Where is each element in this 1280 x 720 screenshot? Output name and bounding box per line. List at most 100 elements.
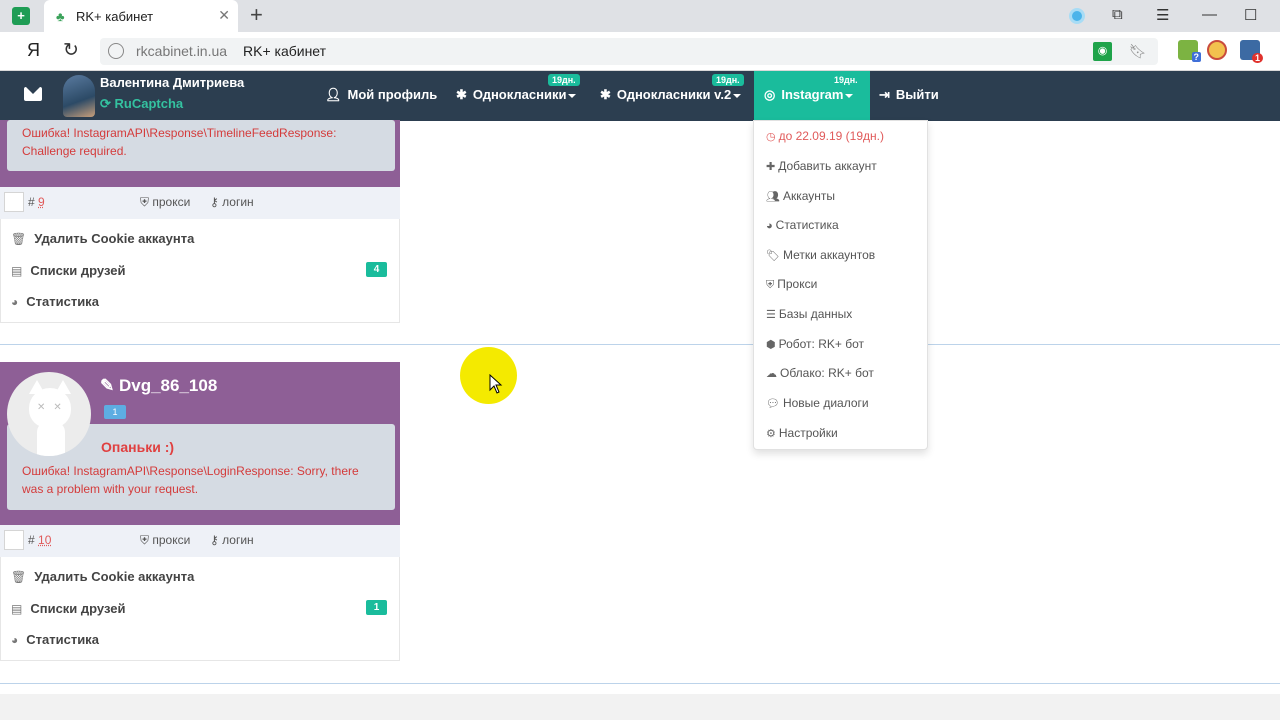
tab-favicon-icon: ♣ xyxy=(56,9,65,24)
odnoklassniki-icon: ✱ xyxy=(456,87,467,102)
statistics-link[interactable]: ◕ Статистика xyxy=(11,294,99,309)
account-number: # 9 xyxy=(28,195,45,209)
clock-icon: ◷ xyxy=(766,131,776,143)
account-checkbox[interactable] xyxy=(4,192,24,212)
address-host: rkcabinet.in.ua xyxy=(136,43,228,59)
sheets-app-icon[interactable]: + xyxy=(12,7,30,25)
chevron-down-icon xyxy=(733,93,742,98)
plus-icon: ✚ xyxy=(766,161,776,173)
proxy-link[interactable]: ⛨ прокси xyxy=(140,195,190,210)
alice-assistant-icon[interactable] xyxy=(1069,8,1085,24)
address-input[interactable]: rkcabinet.in.ua RK+ кабинет ◉ 🔖︎ xyxy=(100,38,1158,65)
tags-icon: 🏷︎ xyxy=(766,250,780,262)
nav-odnoklassniki[interactable]: ✱ Однокласники xyxy=(456,87,577,103)
account-tag-badge: 1 xyxy=(104,405,126,419)
login-link[interactable]: ⚷ логин xyxy=(210,195,254,209)
collections-icon[interactable]: ⧉ xyxy=(1112,6,1123,23)
account-meta-row: # 10 ⛨ прокси ⚷ логин xyxy=(0,525,400,557)
subscription-expiry: ◷ до 22.09.19 (19дн.) xyxy=(766,129,884,143)
menu-item-databases[interactable]: ☰ Базы данных xyxy=(766,307,852,321)
menu-item-statistics[interactable]: ◕ Статистика xyxy=(766,218,839,232)
nav-instagram[interactable]: 19дн. ◎ Instagram xyxy=(754,71,870,121)
database-icon: ☰ xyxy=(766,309,776,321)
account-actions: 🗑︎ Удалить Cookie аккаунта ▤ Списки друзей… xyxy=(0,557,400,661)
nav-odnoklassniki-v2[interactable]: ✱ Однокласники v.2 xyxy=(600,87,742,103)
odnoklassniki-icon: ✱ xyxy=(600,87,611,102)
account-card-header: Ошибка! InstagramAPI\Response\LoginRespo… xyxy=(0,362,400,525)
new-tab-icon[interactable]: + xyxy=(250,4,263,26)
menu-item-accounts[interactable]: 👥︎ Аккаунты xyxy=(766,189,835,203)
chevron-down-icon xyxy=(845,93,854,98)
account-card-header: Ошибка! InstagramAPI\Response\TimelineFe… xyxy=(0,120,400,187)
account-meta-row: # 9 ⛨ прокси ⚷ логин xyxy=(0,187,400,219)
error-title: Опаньки :) xyxy=(101,439,175,455)
trash-icon: 🗑︎ xyxy=(11,232,27,246)
account-checkbox[interactable] xyxy=(4,530,24,550)
yandex-home-icon[interactable]: Я xyxy=(27,40,40,61)
delete-cookie-link[interactable]: 🗑︎ Удалить Cookie аккаунта xyxy=(11,569,194,584)
statistics-link[interactable]: ◕ Статистика xyxy=(11,632,99,647)
friends-lists-link[interactable]: ▤ Списки друзей xyxy=(11,263,126,278)
avatar[interactable] xyxy=(63,75,95,117)
menu-item-settings[interactable]: ⚙ Настройки xyxy=(766,426,838,440)
menu-item-account-tags[interactable]: 🏷︎ Метки аккаунтов xyxy=(766,248,875,262)
comment-icon: 💬︎ xyxy=(766,398,780,410)
minimize-icon[interactable]: — xyxy=(1202,6,1217,23)
cat-eyes-icon: ✕✕ xyxy=(37,402,70,413)
avatar[interactable]: ✕✕ xyxy=(7,372,91,456)
mail-icon[interactable] xyxy=(24,87,42,101)
login-link[interactable]: ⚷ логин xyxy=(210,533,254,547)
instagram-days-badge: 19дн. xyxy=(830,74,862,86)
trash-icon: 🗑︎ xyxy=(11,570,27,584)
proxy-link[interactable]: ⛨ прокси xyxy=(140,533,190,548)
globe-icon xyxy=(108,43,124,59)
nav-logout[interactable]: ⇥ Выйти xyxy=(879,87,939,103)
account-name[interactable]: ✎ Dvg_86_108 xyxy=(100,376,217,396)
menu-icon[interactable]: ☰ xyxy=(1156,6,1169,24)
friends-count-badge: 4 xyxy=(366,262,387,277)
browser-tab-active[interactable]: ♣ RK+ кабинет ✕ xyxy=(44,0,238,32)
page-footer xyxy=(0,694,1280,720)
bookmark-icon[interactable]: 🔖︎ xyxy=(1129,43,1147,60)
extension-vk-icon[interactable]: 1 xyxy=(1240,40,1263,63)
menu-item-robot[interactable]: ⬢ Робот: RK+ бот xyxy=(766,337,864,351)
shield-icon: ⛨ xyxy=(140,533,150,547)
nav-instagram-label: ◎ Instagram xyxy=(764,87,854,103)
user-icon: 👤︎ xyxy=(325,87,342,102)
reload-icon[interactable]: ↻ xyxy=(63,39,79,62)
menu-item-cloud[interactable]: ☁ Облако: RK+ бот xyxy=(766,366,874,380)
refresh-icon: ⟳ xyxy=(100,96,111,111)
address-toolbar: Я ↻ rkcabinet.in.ua RK+ кабинет ◉ 🔖︎ xyxy=(0,32,1280,71)
pencil-icon: ✎ xyxy=(100,376,115,395)
pie-chart-icon: ◕ xyxy=(766,220,773,232)
android-icon: ⬢ xyxy=(766,339,776,351)
maximize-icon[interactable]: ☐ xyxy=(1244,6,1257,24)
wifi-protect-icon[interactable]: ◉ xyxy=(1093,42,1112,61)
extension-translate-icon[interactable]: ? xyxy=(1178,40,1201,62)
cloud-icon: ☁ xyxy=(766,368,777,380)
list-icon: ▤ xyxy=(11,602,23,616)
menu-item-proxies[interactable]: ⛨ Прокси xyxy=(766,277,817,292)
extension-adblock-icon[interactable] xyxy=(1207,40,1227,60)
tab-close-icon[interactable]: ✕ xyxy=(218,7,230,24)
list-icon: ▤ xyxy=(11,264,23,278)
nav-profile[interactable]: 👤︎ Мой профиль xyxy=(325,87,437,103)
chevron-down-icon xyxy=(568,93,577,98)
row-divider xyxy=(0,683,1280,684)
menu-item-new-dialogs[interactable]: 💬︎ Новые диалоги xyxy=(766,396,869,410)
rucaptcha-link[interactable]: ⟳ RuCaptcha xyxy=(100,96,183,112)
friends-lists-link[interactable]: ▤ Списки друзей xyxy=(11,601,126,616)
account-number: # 10 xyxy=(28,533,52,547)
instagram-dropdown-menu: ◷ до 22.09.19 (19дн.) ✚ Добавить аккаунт 👥… xyxy=(753,120,928,450)
instagram-icon: ◎ xyxy=(764,87,776,102)
user-name[interactable]: Валентина Дмитриева xyxy=(100,75,244,90)
key-icon: ⚷ xyxy=(210,195,219,209)
app-navbar: Валентина Дмитриева ⟳ RuCaptcha 👤︎ Мой пр… xyxy=(0,71,1280,121)
address-page-title: RK+ кабинет xyxy=(243,43,327,59)
users-icon: 👥︎ xyxy=(766,191,780,203)
ok2-days-badge: 19дн. xyxy=(712,74,744,86)
delete-cookie-link[interactable]: 🗑︎ Удалить Cookie аккаунта xyxy=(11,231,194,246)
browser-tabbar: + ♣ RK+ кабинет ✕ + ⧉ ☰ — ☐ xyxy=(0,0,1280,32)
menu-item-add-account[interactable]: ✚ Добавить аккаунт xyxy=(766,159,877,173)
gear-icon: ⚙ xyxy=(766,428,776,440)
